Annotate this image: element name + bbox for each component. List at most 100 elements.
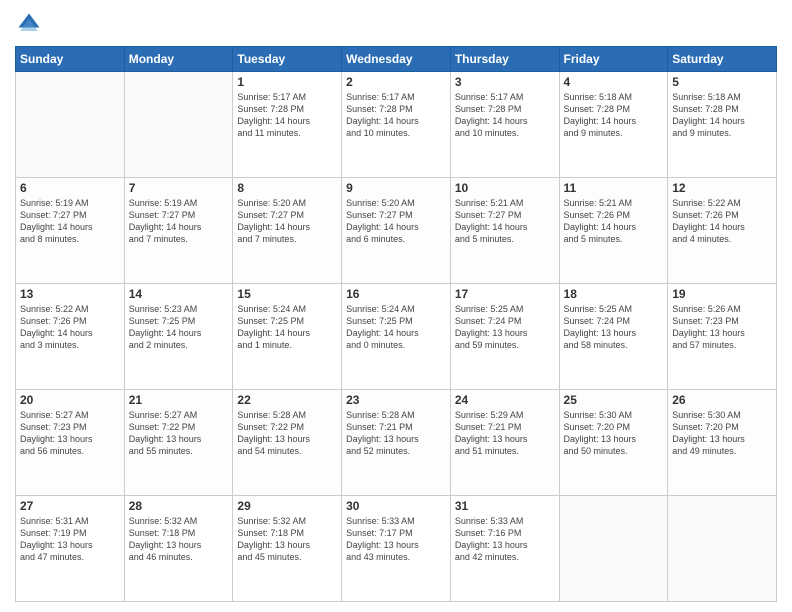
- day-info: Sunrise: 5:17 AM Sunset: 7:28 PM Dayligh…: [346, 91, 446, 140]
- calendar-cell: 1 Sunrise: 5:17 AM Sunset: 7:28 PM Daylig…: [233, 72, 342, 178]
- day-number: 9: [346, 181, 446, 195]
- calendar-cell: [16, 72, 125, 178]
- day-number: 20: [20, 393, 120, 407]
- day-info: Sunrise: 5:27 AM Sunset: 7:22 PM Dayligh…: [129, 409, 229, 458]
- day-number: 26: [672, 393, 772, 407]
- calendar-cell: 21 Sunrise: 5:27 AM Sunset: 7:22 PM Dayli…: [124, 390, 233, 496]
- calendar-cell: 25 Sunrise: 5:30 AM Sunset: 7:20 PM Dayli…: [559, 390, 668, 496]
- logo: [15, 10, 47, 38]
- day-info: Sunrise: 5:30 AM Sunset: 7:20 PM Dayligh…: [672, 409, 772, 458]
- day-info: Sunrise: 5:18 AM Sunset: 7:28 PM Dayligh…: [564, 91, 664, 140]
- day-number: 10: [455, 181, 555, 195]
- day-info: Sunrise: 5:28 AM Sunset: 7:22 PM Dayligh…: [237, 409, 337, 458]
- day-number: 6: [20, 181, 120, 195]
- calendar-cell: 24 Sunrise: 5:29 AM Sunset: 7:21 PM Dayli…: [450, 390, 559, 496]
- day-info: Sunrise: 5:19 AM Sunset: 7:27 PM Dayligh…: [20, 197, 120, 246]
- day-info: Sunrise: 5:22 AM Sunset: 7:26 PM Dayligh…: [20, 303, 120, 352]
- logo-icon: [15, 10, 43, 38]
- calendar-cell: [124, 72, 233, 178]
- day-number: 24: [455, 393, 555, 407]
- calendar-cell: 3Sunrise: 5:17 AM Sunset: 7:28 PM Daylig…: [450, 72, 559, 178]
- calendar-cell: [668, 496, 777, 602]
- weekday-header-monday: Monday: [124, 47, 233, 72]
- day-info: Sunrise: 5:32 AM Sunset: 7:18 PM Dayligh…: [237, 515, 337, 564]
- calendar-cell: 4 Sunrise: 5:18 AM Sunset: 7:28 PM Daylig…: [559, 72, 668, 178]
- calendar-cell: 12Sunrise: 5:22 AM Sunset: 7:26 PM Dayli…: [668, 178, 777, 284]
- week-row-0: 1 Sunrise: 5:17 AM Sunset: 7:28 PM Daylig…: [16, 72, 777, 178]
- day-info: Sunrise: 5:17 AM Sunset: 7:28 PM Dayligh…: [455, 91, 555, 140]
- day-number: 27: [20, 499, 120, 513]
- calendar-cell: 5 Sunrise: 5:18 AM Sunset: 7:28 PM Daylig…: [668, 72, 777, 178]
- day-number: 5: [672, 75, 772, 89]
- day-info: Sunrise: 5:21 AM Sunset: 7:27 PM Dayligh…: [455, 197, 555, 246]
- day-number: 29: [237, 499, 337, 513]
- day-number: 22: [237, 393, 337, 407]
- day-info: Sunrise: 5:20 AM Sunset: 7:27 PM Dayligh…: [346, 197, 446, 246]
- calendar-cell: 20 Sunrise: 5:27 AM Sunset: 7:23 PM Dayli…: [16, 390, 125, 496]
- day-info: Sunrise: 5:25 AM Sunset: 7:24 PM Dayligh…: [564, 303, 664, 352]
- calendar-cell: 10 Sunrise: 5:21 AM Sunset: 7:27 PM Dayli…: [450, 178, 559, 284]
- calendar-cell: 14Sunrise: 5:23 AM Sunset: 7:25 PM Dayli…: [124, 284, 233, 390]
- day-number: 15: [237, 287, 337, 301]
- day-info: Sunrise: 5:33 AM Sunset: 7:16 PM Dayligh…: [455, 515, 555, 564]
- calendar-cell: 31 Sunrise: 5:33 AM Sunset: 7:16 PM Dayli…: [450, 496, 559, 602]
- day-info: Sunrise: 5:18 AM Sunset: 7:28 PM Dayligh…: [672, 91, 772, 140]
- day-number: 11: [564, 181, 664, 195]
- day-info: Sunrise: 5:28 AM Sunset: 7:21 PM Dayligh…: [346, 409, 446, 458]
- day-number: 25: [564, 393, 664, 407]
- day-number: 13: [20, 287, 120, 301]
- day-number: 2: [346, 75, 446, 89]
- calendar-cell: 16 Sunrise: 5:24 AM Sunset: 7:25 PM Dayli…: [342, 284, 451, 390]
- calendar-cell: 18Sunrise: 5:25 AM Sunset: 7:24 PM Dayli…: [559, 284, 668, 390]
- weekday-header-sunday: Sunday: [16, 47, 125, 72]
- day-info: Sunrise: 5:30 AM Sunset: 7:20 PM Dayligh…: [564, 409, 664, 458]
- day-number: 4: [564, 75, 664, 89]
- day-info: Sunrise: 5:26 AM Sunset: 7:23 PM Dayligh…: [672, 303, 772, 352]
- day-info: Sunrise: 5:24 AM Sunset: 7:25 PM Dayligh…: [346, 303, 446, 352]
- day-number: 31: [455, 499, 555, 513]
- day-info: Sunrise: 5:21 AM Sunset: 7:26 PM Dayligh…: [564, 197, 664, 246]
- calendar-cell: 30Sunrise: 5:33 AM Sunset: 7:17 PM Dayli…: [342, 496, 451, 602]
- weekday-header-saturday: Saturday: [668, 47, 777, 72]
- day-info: Sunrise: 5:20 AM Sunset: 7:27 PM Dayligh…: [237, 197, 337, 246]
- day-number: 7: [129, 181, 229, 195]
- calendar-cell: 8 Sunrise: 5:20 AM Sunset: 7:27 PM Daylig…: [233, 178, 342, 284]
- day-info: Sunrise: 5:25 AM Sunset: 7:24 PM Dayligh…: [455, 303, 555, 352]
- day-info: Sunrise: 5:24 AM Sunset: 7:25 PM Dayligh…: [237, 303, 337, 352]
- header: [15, 10, 777, 38]
- calendar-cell: 9 Sunrise: 5:20 AM Sunset: 7:27 PM Daylig…: [342, 178, 451, 284]
- calendar-cell: 17 Sunrise: 5:25 AM Sunset: 7:24 PM Dayli…: [450, 284, 559, 390]
- week-row-3: 20 Sunrise: 5:27 AM Sunset: 7:23 PM Dayli…: [16, 390, 777, 496]
- day-number: 17: [455, 287, 555, 301]
- day-number: 21: [129, 393, 229, 407]
- week-row-2: 13 Sunrise: 5:22 AM Sunset: 7:26 PM Dayli…: [16, 284, 777, 390]
- weekday-header-thursday: Thursday: [450, 47, 559, 72]
- calendar-cell: 28Sunrise: 5:32 AM Sunset: 7:18 PM Dayli…: [124, 496, 233, 602]
- day-info: Sunrise: 5:29 AM Sunset: 7:21 PM Dayligh…: [455, 409, 555, 458]
- calendar-cell: 11 Sunrise: 5:21 AM Sunset: 7:26 PM Dayli…: [559, 178, 668, 284]
- calendar-cell: 23Sunrise: 5:28 AM Sunset: 7:21 PM Dayli…: [342, 390, 451, 496]
- calendar-cell: [559, 496, 668, 602]
- day-number: 1: [237, 75, 337, 89]
- day-number: 8: [237, 181, 337, 195]
- calendar-table: SundayMondayTuesdayWednesdayThursdayFrid…: [15, 46, 777, 602]
- day-info: Sunrise: 5:31 AM Sunset: 7:19 PM Dayligh…: [20, 515, 120, 564]
- day-info: Sunrise: 5:27 AM Sunset: 7:23 PM Dayligh…: [20, 409, 120, 458]
- calendar-cell: 6 Sunrise: 5:19 AM Sunset: 7:27 PM Daylig…: [16, 178, 125, 284]
- calendar-cell: 13 Sunrise: 5:22 AM Sunset: 7:26 PM Dayli…: [16, 284, 125, 390]
- day-number: 12: [672, 181, 772, 195]
- weekday-header-wednesday: Wednesday: [342, 47, 451, 72]
- day-number: 19: [672, 287, 772, 301]
- week-row-4: 27 Sunrise: 5:31 AM Sunset: 7:19 PM Dayli…: [16, 496, 777, 602]
- page: SundayMondayTuesdayWednesdayThursdayFrid…: [0, 0, 792, 612]
- day-number: 30: [346, 499, 446, 513]
- day-info: Sunrise: 5:17 AM Sunset: 7:28 PM Dayligh…: [237, 91, 337, 140]
- day-number: 16: [346, 287, 446, 301]
- weekday-header-friday: Friday: [559, 47, 668, 72]
- day-info: Sunrise: 5:19 AM Sunset: 7:27 PM Dayligh…: [129, 197, 229, 246]
- calendar-cell: 2 Sunrise: 5:17 AM Sunset: 7:28 PM Daylig…: [342, 72, 451, 178]
- day-info: Sunrise: 5:23 AM Sunset: 7:25 PM Dayligh…: [129, 303, 229, 352]
- day-info: Sunrise: 5:32 AM Sunset: 7:18 PM Dayligh…: [129, 515, 229, 564]
- calendar-cell: 29 Sunrise: 5:32 AM Sunset: 7:18 PM Dayli…: [233, 496, 342, 602]
- weekday-header-tuesday: Tuesday: [233, 47, 342, 72]
